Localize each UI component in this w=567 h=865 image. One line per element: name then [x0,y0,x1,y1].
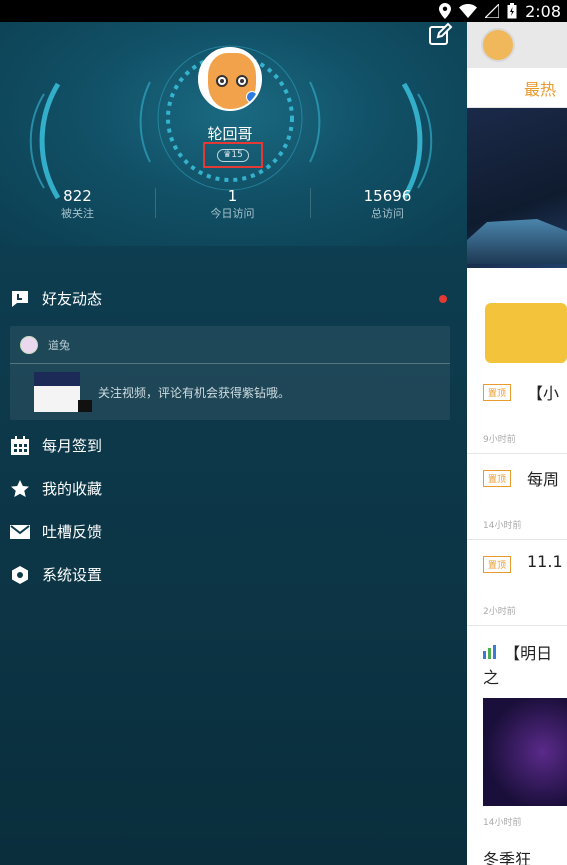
friend-post-thumbnail[interactable] [34,372,92,412]
menu-item-label: 吐槽反馈 [42,523,103,541]
feed-item[interactable]: 置顶 【小 9小时前 [467,368,567,454]
level-highlight-box: ♛15 [203,142,263,168]
menu-item-monthly-checkin[interactable]: 每月签到 [0,424,467,467]
status-bar: 2:08 [0,0,567,22]
location-icon [439,3,452,19]
feed-time: 9小时前 [483,435,516,445]
friend-post-text: 关注视频，评论有机会获得紫钻哦。 [98,385,291,400]
verified-badge-icon [246,91,258,103]
main-tab-bar: 最热 [467,68,567,108]
chat-bubble-icon [10,289,30,309]
stat-label: 今日访问 [210,207,255,220]
stat-value: 822 [63,187,92,205]
feed-time: 2小时前 [483,607,516,617]
edit-profile-button[interactable] [427,22,453,48]
level-value: 15 [231,149,243,160]
feed-title: 每周 [527,470,560,489]
stat-total-visits[interactable]: 15696 总访问 [310,186,465,222]
stat-today-visits[interactable]: 1 今日访问 [155,186,310,222]
stat-followers[interactable]: 822 被关注 [0,186,155,222]
menu-item-label: 每月签到 [42,437,103,455]
menu-item-label: 我的收藏 [42,480,103,498]
video-thumbnail[interactable] [483,698,567,806]
friend-card-body: 关注视频，评论有机会获得紫钻哦。 [10,364,450,420]
calendar-icon [10,435,30,456]
menu-item-label: 系统设置 [42,566,103,584]
main-content-background: 最热 置顶 【小 9小时前 置顶 每周 14小时前 置顶 11.1 2小时前 【… [467,22,567,865]
banner-car-image [467,219,567,264]
stats-row: 822 被关注 1 今日访问 15696 总访问 [0,186,467,222]
section-time: 14小时前 [483,818,522,828]
drawer-menu: 好友动态 道兔 关注视频，评论有机会获得紫钻哦。 每月签到 我的收藏 吐槽反馈 … [0,277,467,596]
notification-dot [439,295,447,303]
pinned-badge: 置顶 [483,384,512,401]
feed-time: 14小时前 [483,521,522,531]
main-header [467,22,567,68]
friend-name: 道兔 [48,338,70,352]
stat-label: 被关注 [61,207,94,220]
feed-title: 【小 [527,384,560,403]
stat-value: 15696 [363,187,412,205]
main-banner[interactable] [467,108,567,268]
friend-activity-card[interactable]: 道兔 关注视频，评论有机会获得紫钻哦。 [10,326,450,420]
battery-icon [507,3,517,19]
feed-bottom-text[interactable]: 冬季狂欢， [467,836,567,865]
menu-item-favorites[interactable]: 我的收藏 [0,467,467,510]
navigation-drawer: 轮回哥 ♛15 822 被关注 1 今日访问 15696 总访问 好友动态 道兔… [0,22,467,865]
mail-icon [10,522,30,542]
avatar-glasses-image [216,75,248,87]
tab-hot[interactable]: 最热 [524,76,556,100]
user-avatar[interactable] [198,47,262,111]
profile-header: 轮回哥 ♛15 822 被关注 1 今日访问 15696 总访问 [0,22,467,246]
wifi-icon [459,4,478,18]
stat-value: 1 [227,187,238,205]
ticket-image [485,303,567,363]
bar-chart-icon [483,645,496,659]
gear-icon [10,565,30,585]
level-badge[interactable]: ♛15 [217,148,249,162]
drawer-menu-secondary: 每月签到 我的收藏 吐槽反馈 系统设置 [0,424,467,596]
feed-item[interactable]: 置顶 每周 14小时前 [467,454,567,540]
video-section[interactable]: 【明日之 14小时前 [467,626,567,836]
ticket-card[interactable] [467,298,567,368]
username: 轮回哥 [207,125,253,143]
main-avatar[interactable] [481,28,515,62]
pinned-badge: 置顶 [483,556,512,573]
edit-icon [429,22,453,45]
friend-avatar[interactable] [20,335,38,354]
menu-item-settings[interactable]: 系统设置 [0,553,467,596]
signal-icon [485,4,500,18]
feed-title: 11.1 [527,552,563,571]
friend-card-header: 道兔 [10,326,450,364]
star-icon [10,479,30,499]
status-time: 2:08 [525,1,561,21]
ornament-divider [467,268,567,298]
stat-label: 总访问 [371,207,404,220]
feed-item[interactable]: 置顶 11.1 2小时前 [467,540,567,626]
menu-item-label: 好友动态 [42,290,103,308]
menu-item-feedback[interactable]: 吐槽反馈 [0,510,467,553]
pinned-badge: 置顶 [483,470,512,487]
menu-item-friend-feed[interactable]: 好友动态 [0,277,467,320]
